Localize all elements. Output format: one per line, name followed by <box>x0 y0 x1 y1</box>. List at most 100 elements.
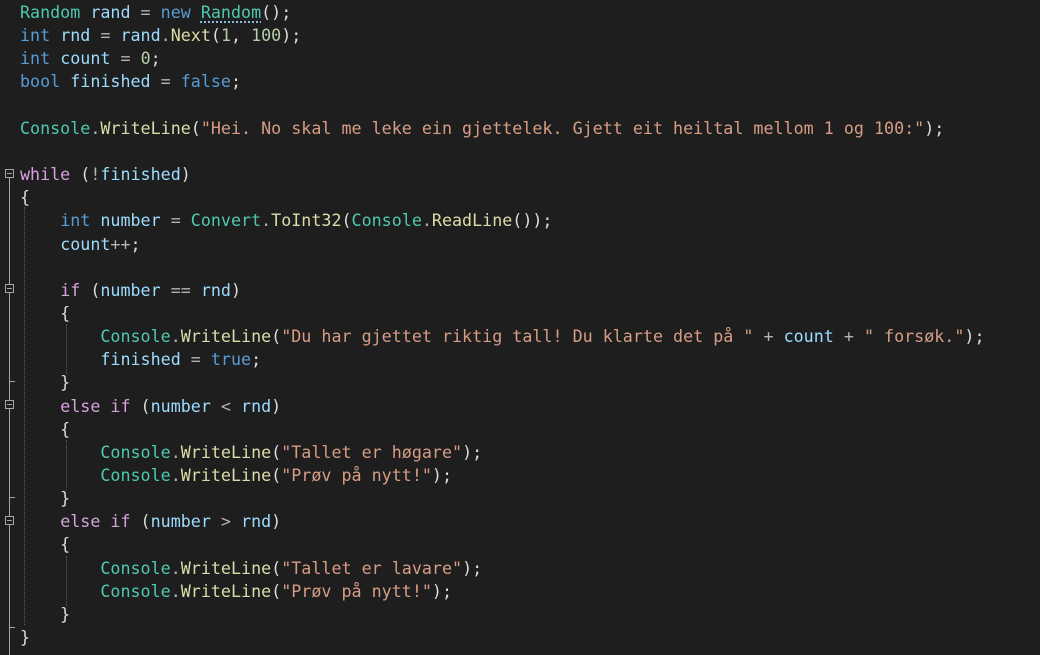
code-token: ) <box>180 164 191 185</box>
code-line[interactable]: Console.WriteLine("Prøv på nytt!"); <box>20 580 452 603</box>
code-token: "Prøv på nytt!" <box>281 465 432 485</box>
code-line[interactable]: } <box>20 371 70 394</box>
code-token: } <box>20 372 71 393</box>
code-token: "Tallet er høgare" <box>281 441 463 462</box>
code-token: . <box>170 326 181 347</box>
code-line[interactable]: if (number == rnd) <box>20 279 241 302</box>
code-line[interactable]: while (!finished) <box>20 163 191 186</box>
code-token: "Du har gjettet riktig tall! Du klarte d… <box>281 326 754 347</box>
code-token: ( <box>271 465 282 485</box>
code-token: WriteLine <box>180 441 272 462</box>
code-token: ( <box>271 326 282 347</box>
code-token: number <box>150 395 211 416</box>
code-token: = <box>160 210 191 231</box>
code-line[interactable]: Random rand = new Random(); <box>20 1 291 24</box>
code-token: number <box>100 279 161 300</box>
code-token: Console <box>100 465 171 485</box>
code-line[interactable]: Console.WriteLine("Prøv på nytt!"); <box>20 464 452 487</box>
code-token: number <box>100 210 161 231</box>
code-line[interactable]: Console.WriteLine("Tallet er lavare"); <box>20 557 482 580</box>
code-line[interactable]: } <box>20 603 70 626</box>
code-token: . <box>90 117 101 138</box>
code-token: ( <box>210 25 221 46</box>
code-token: count <box>60 48 111 69</box>
code-token: . <box>170 465 181 485</box>
indent-guide-else-if-1 <box>66 440 67 490</box>
collapse-if-icon[interactable] <box>5 284 14 293</box>
code-token: == <box>160 279 201 300</box>
code-token: rnd <box>241 395 272 416</box>
fold-line-if <box>9 293 10 381</box>
code-line[interactable]: int rnd = rand.Next(1, 100); <box>20 24 301 47</box>
code-token: WriteLine <box>180 326 272 347</box>
collapse-while-icon[interactable] <box>5 169 14 178</box>
code-line[interactable]: } <box>20 626 30 649</box>
code-token: ( <box>80 279 101 300</box>
code-token: Console <box>100 557 171 578</box>
code-line[interactable]: count++; <box>20 233 141 256</box>
code-line[interactable]: Console.WriteLine("Du har gjettet riktig… <box>20 325 984 348</box>
code-line[interactable]: Console.WriteLine("Hei. No skal me leke … <box>20 117 944 140</box>
code-token: count <box>783 326 834 347</box>
code-token: ( <box>70 164 91 185</box>
code-line[interactable]: bool finished = false; <box>20 70 241 93</box>
code-token: Console <box>100 441 171 462</box>
collapse-else-if-2-icon[interactable] <box>5 516 14 525</box>
code-token: . <box>170 557 181 578</box>
code-editor[interactable]: Random rand = new Random(); int rnd = ran… <box>0 0 1040 655</box>
code-token: { <box>20 534 71 555</box>
code-line[interactable]: finished = true; <box>20 348 261 371</box>
code-token: Random <box>20 2 81 22</box>
code-token: ( <box>271 557 282 578</box>
code-token: finished <box>70 71 151 92</box>
code-line[interactable]: else if (number > rnd) <box>20 510 281 533</box>
code-token: Convert <box>190 210 262 231</box>
code-token: while <box>20 164 71 185</box>
code-token: Console <box>100 326 171 347</box>
code-line[interactable]: { <box>20 186 30 209</box>
code-token: ; <box>150 48 161 69</box>
code-token: . <box>160 25 171 46</box>
code-token: "Prøv på nytt!" <box>281 580 432 601</box>
code-line[interactable]: } <box>20 487 70 510</box>
code-token: . <box>170 580 181 601</box>
code-line[interactable]: else if (number < rnd) <box>20 395 281 418</box>
code-token: = <box>110 48 141 69</box>
code-token: if <box>60 279 81 300</box>
code-token: rnd <box>241 511 272 532</box>
fold-line-while <box>9 178 10 288</box>
code-token: ; <box>230 71 242 92</box>
code-line[interactable]: Console.WriteLine("Tallet er høgare"); <box>20 441 482 464</box>
code-line[interactable]: int count = 0; <box>20 47 161 70</box>
code-token: if <box>110 395 131 416</box>
code-token: "Tallet er lavare" <box>281 557 463 578</box>
code-token: ; <box>130 233 141 254</box>
indent-guide-if <box>66 324 67 374</box>
code-token: ); <box>431 465 453 485</box>
code-line[interactable]: { <box>20 533 70 556</box>
code-token: > <box>210 511 242 532</box>
code-token: 1 <box>220 25 231 46</box>
code-token: else <box>60 395 101 416</box>
code-line[interactable]: { <box>20 418 70 441</box>
code-token: = <box>180 349 211 370</box>
code-token: ( <box>271 580 282 601</box>
code-token: Console <box>100 580 171 601</box>
code-token: = <box>130 2 161 22</box>
code-line[interactable]: int number = Convert.ToInt32(Console.Rea… <box>20 209 552 232</box>
collapse-else-if-1-icon[interactable] <box>5 400 14 409</box>
code-token: ! <box>90 164 101 185</box>
code-line[interactable]: { <box>20 302 70 325</box>
code-token: (); <box>261 2 292 22</box>
code-token: ( <box>341 210 352 231</box>
code-token: ToInt32 <box>271 210 342 231</box>
